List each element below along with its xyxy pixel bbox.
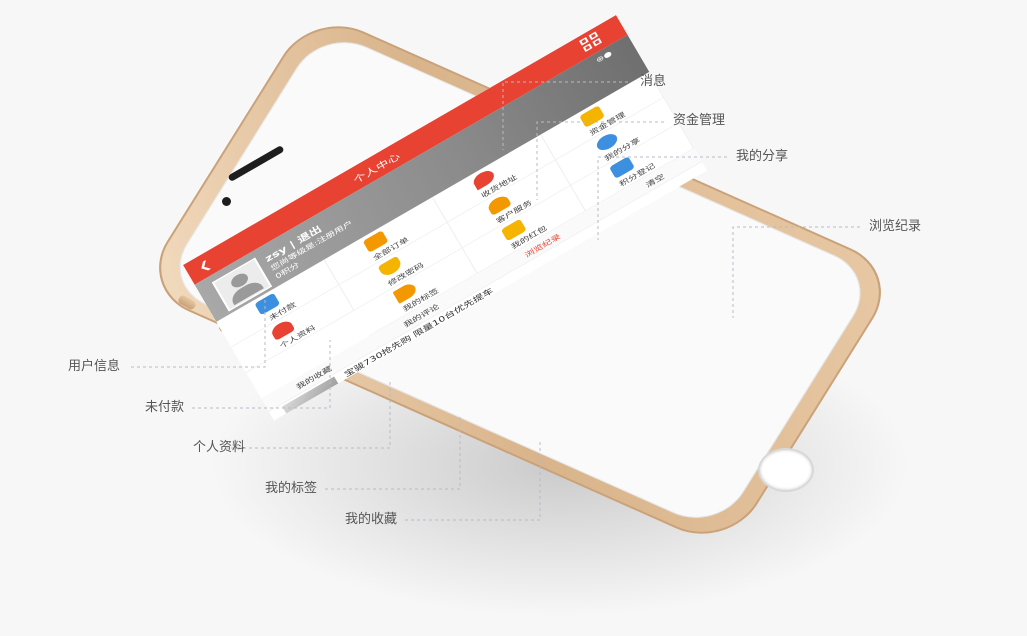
status-icon: ⊛● [594, 49, 614, 65]
callout-share: 我的分享 [736, 149, 789, 164]
callout-messages: 消息 [640, 74, 667, 89]
app-screen: ❮ 个人中心 zsy | 退出 您尚等级是:注册用户 0积分 ⊛● 资金管理 收… [183, 15, 708, 421]
callout-user-info: 用户信息 [68, 359, 121, 374]
promo-stage: ❮ 个人中心 zsy | 退出 您尚等级是:注册用户 0积分 ⊛● 资金管理 收… [0, 0, 1027, 636]
screen-holder: ❮ 个人中心 zsy | 退出 您尚等级是:注册用户 0积分 ⊛● 资金管理 收… [0, 0, 1027, 636]
callout-tags: 我的标签 [265, 481, 318, 496]
callout-profile: 个人资料 [193, 440, 246, 455]
callout-favorites: 我的收藏 [345, 512, 398, 527]
callout-unpaid: 未付款 [145, 400, 185, 415]
callout-funds: 资金管理 [673, 113, 726, 128]
chevron-left-icon[interactable]: ❮ [196, 257, 213, 274]
callout-history: 浏览纪录 [869, 219, 922, 234]
